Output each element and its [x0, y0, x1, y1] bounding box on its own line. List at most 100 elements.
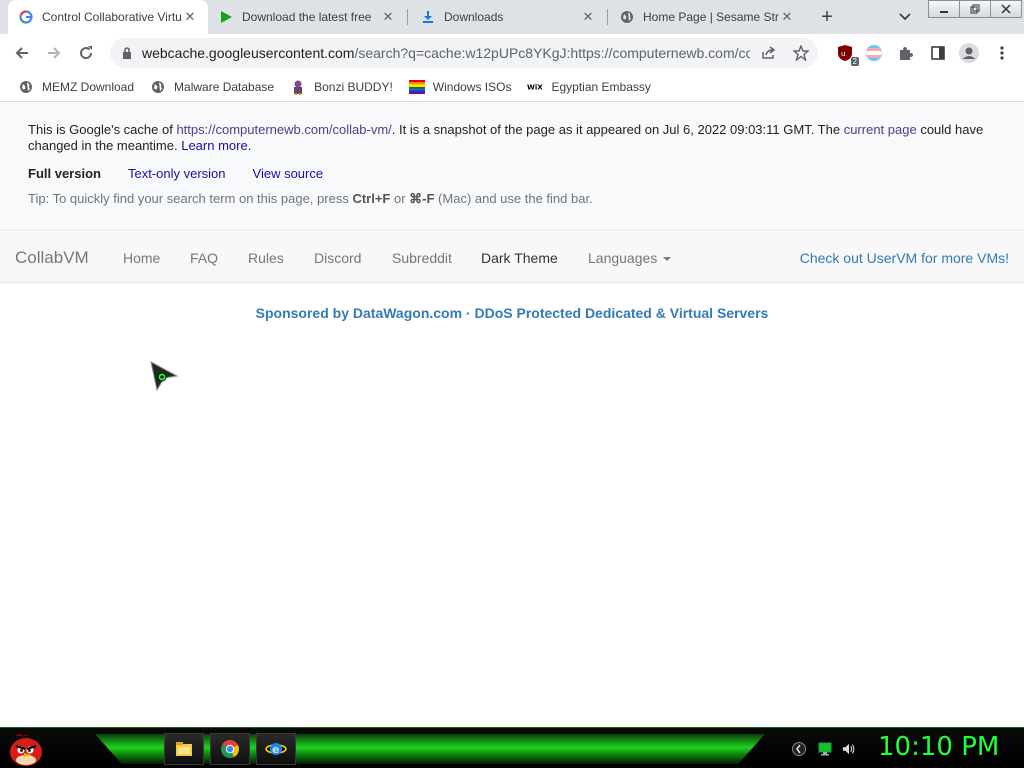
share-icon[interactable] [760, 44, 778, 62]
close-tab-icon[interactable]: ✕ [182, 9, 198, 25]
tip-text: (Mac) and use the find bar. [434, 191, 593, 206]
network-icon[interactable] [818, 742, 832, 756]
bookmark-label: Malware Database [174, 79, 275, 94]
close-tab-icon[interactable]: ✕ [779, 9, 795, 25]
bookmark-memz[interactable]: MEMZ Download [10, 75, 142, 99]
tray-arrow-icon[interactable] [792, 742, 806, 756]
cache-text: This is Google's cache of [28, 122, 177, 137]
window-controls [928, 0, 1022, 18]
tab-title: Download the latest free [242, 10, 372, 24]
tip-text: Tip: To quickly find your search term on… [28, 191, 353, 206]
nav-languages-dropdown[interactable]: Languages [588, 250, 672, 266]
bookmark-malware-database[interactable]: Malware Database [142, 75, 282, 99]
tab-title: Downloads [444, 10, 504, 24]
taskbar-file-explorer-icon[interactable] [164, 733, 204, 765]
bookmark-bonzi-buddy[interactable]: Bonzi BUDDY! [282, 75, 401, 99]
bookmark-label: Windows ISOs [432, 79, 512, 94]
nav-faq[interactable]: FAQ [190, 250, 218, 266]
nav-languages-label: Languages [588, 250, 658, 266]
close-tab-icon[interactable]: ✕ [380, 9, 396, 25]
globe-icon [18, 79, 34, 95]
svg-text:WiX: WiX [527, 82, 543, 91]
tip-key: Ctrl+F [352, 191, 391, 206]
taskbar-ie-icon[interactable]: e [256, 733, 296, 765]
new-tab-button[interactable]: + [815, 5, 839, 29]
cache-version-links: Full version Text-only version View sour… [28, 166, 350, 181]
tab-download-latest[interactable]: Download the latest free ✕ [208, 0, 406, 34]
taskbar-clock[interactable]: 10:10 PM [878, 732, 999, 762]
tab-title: Home Page | Sesame Street [643, 10, 779, 24]
url-text: webcache.googleusercontent.com/search?q=… [142, 45, 750, 61]
lock-icon[interactable] [120, 46, 134, 60]
learn-more-link[interactable]: Learn more. [181, 138, 251, 153]
bookmark-egyptian-embassy[interactable]: WiX Egyptian Embassy [519, 75, 658, 99]
tab-separator [607, 9, 608, 25]
close-window-button[interactable] [990, 0, 1022, 18]
minimize-button[interactable] [928, 0, 960, 18]
tab-sesame-street[interactable]: Home Page | Sesame Street ✕ [609, 0, 805, 34]
collabvm-navbar: CollabVM Home FAQ Rules Discord Subreddi… [0, 232, 1024, 283]
tab-separator [407, 9, 408, 25]
extension-badge: 2 [850, 57, 859, 66]
profile-avatar-icon[interactable] [958, 42, 980, 64]
brand-link[interactable]: CollabVM [15, 248, 89, 268]
nav-home[interactable]: Home [123, 250, 160, 266]
start-button-angry-bird-icon[interactable] [6, 730, 46, 768]
google-g-icon [18, 9, 34, 25]
tab-control-collaborative[interactable]: Control Collaborative Virtual Machines! … [8, 0, 208, 34]
url-path: /search?q=cache:w12pUPc8YKgJ:https://com… [354, 45, 750, 61]
menu-kebab-icon[interactable] [991, 42, 1013, 64]
cached-url-link[interactable]: https://computernewb.com/collab-vm/ [176, 122, 391, 137]
sponsor-link[interactable]: Sponsored by DataWagon.com · DDoS Protec… [0, 305, 1024, 321]
back-button[interactable] [8, 39, 36, 67]
svg-text:u: u [841, 50, 845, 58]
caret-down-icon [663, 257, 672, 262]
download-icon [420, 9, 436, 25]
extensions-puzzle-icon[interactable] [895, 42, 917, 64]
tip-text: or [390, 191, 410, 206]
trans-flag-extension-icon[interactable] [863, 42, 885, 64]
side-panel-icon[interactable] [927, 42, 949, 64]
bookmark-label: Bonzi BUDDY! [314, 79, 393, 94]
nav-rules[interactable]: Rules [248, 250, 284, 266]
nav-subreddit[interactable]: Subreddit [392, 250, 452, 266]
nav-dark-theme[interactable]: Dark Theme [481, 250, 558, 266]
reload-button[interactable] [72, 39, 100, 67]
svg-text:e: e [272, 743, 279, 756]
taskbar-chrome-icon[interactable] [210, 733, 250, 765]
windows-flag-icon [408, 79, 425, 95]
browser-toolbar: webcache.googleusercontent.com/search?q=… [0, 34, 1024, 72]
bookmark-windows-isos[interactable]: Windows ISOs [401, 75, 520, 99]
star-bookmark-icon[interactable] [792, 44, 810, 62]
close-tab-icon[interactable]: ✕ [580, 9, 596, 25]
url-host: webcache.googleusercontent.com [142, 45, 355, 61]
find-tip: Tip: To quickly find your search term on… [28, 191, 593, 207]
wix-icon: WiX [527, 79, 543, 95]
google-cache-banner: This is Google's cache of https://comput… [0, 103, 1024, 231]
mouse-cursor-icon [148, 360, 180, 392]
bonzi-icon [290, 79, 306, 95]
forward-button[interactable] [40, 39, 68, 67]
bookmarks-bar: MEMZ Download Malware Database Bonzi BUD… [0, 72, 1024, 102]
tab-title: Control Collaborative Virtual Machines! [42, 10, 182, 24]
tip-key: ⌘-F [409, 191, 435, 206]
bookmark-label: MEMZ Download [42, 79, 135, 94]
volume-icon[interactable] [842, 742, 856, 756]
current-page-link[interactable]: current page [844, 122, 917, 137]
text-only-version-link[interactable]: Text-only version [128, 166, 226, 181]
view-source-link[interactable]: View source [253, 166, 324, 181]
full-version-label: Full version [28, 166, 101, 181]
globe-icon [619, 9, 635, 25]
taskbar: e 10:10 PM [0, 727, 1024, 768]
cache-notice: This is Google's cache of https://comput… [28, 122, 998, 154]
tab-downloads[interactable]: Downloads ✕ [410, 0, 606, 34]
nav-discord[interactable]: Discord [314, 250, 361, 266]
bookmark-label: Egyptian Embassy [551, 79, 651, 94]
green-play-icon [218, 9, 234, 25]
restore-button[interactable] [959, 0, 991, 18]
address-bar[interactable]: webcache.googleusercontent.com/search?q=… [110, 38, 818, 68]
ublock-extension-icon[interactable]: u 2 [834, 42, 859, 66]
uservm-link[interactable]: Check out UserVM for more VMs! [800, 250, 1009, 266]
tab-search-chevron-icon[interactable] [894, 6, 916, 28]
globe-icon [150, 79, 166, 95]
